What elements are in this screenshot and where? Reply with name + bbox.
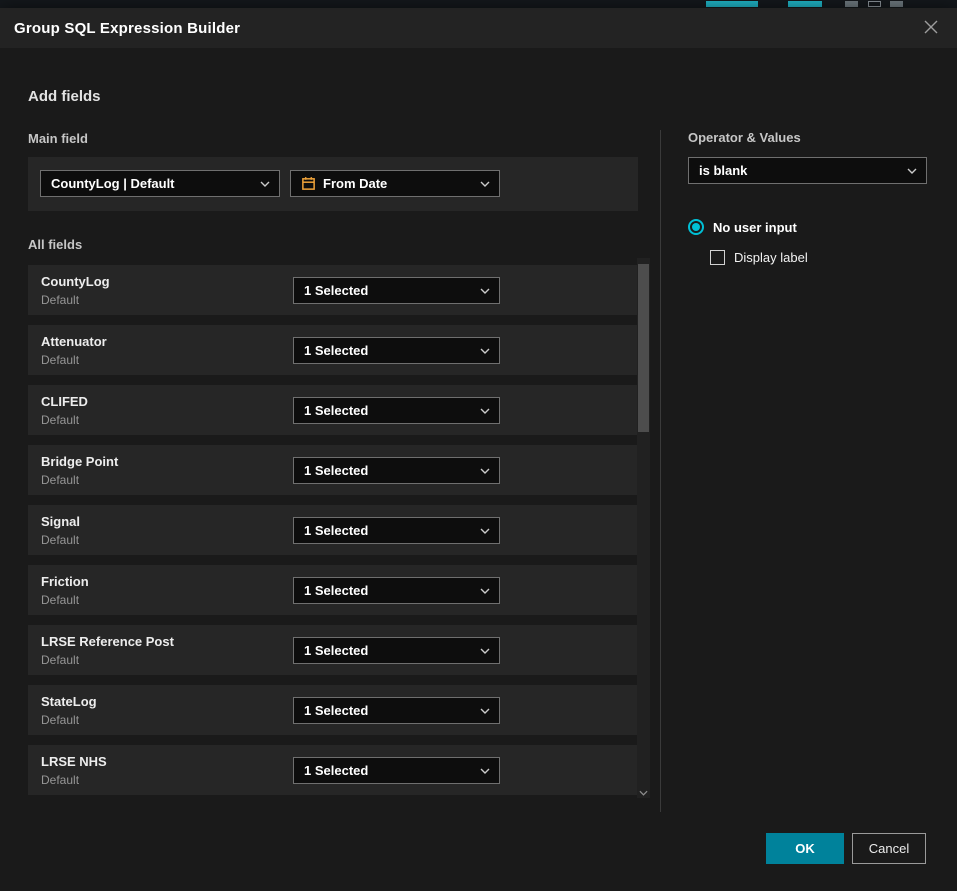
field-row: Attenuator Default 1 Selected — [28, 325, 638, 375]
dropdown-value: CountyLog | Default — [51, 176, 175, 191]
close-button[interactable] — [919, 16, 943, 40]
field-row: LRSE NHS Default 1 Selected — [28, 745, 638, 795]
radio-selected-icon — [688, 219, 704, 235]
chevron-down-icon — [480, 708, 490, 714]
dropdown-value: 1 Selected — [304, 583, 368, 598]
cancel-button[interactable]: Cancel — [852, 833, 926, 864]
chevron-down-icon — [480, 588, 490, 594]
main-field-label: Main field — [28, 131, 88, 146]
dropdown-value: is blank — [699, 163, 747, 178]
all-fields-list: CountyLog Default 1 Selected Attenuator … — [28, 265, 638, 805]
background-app-strip — [0, 0, 957, 8]
chevron-down-icon — [480, 648, 490, 654]
scrollbar-thumb[interactable] — [638, 264, 649, 432]
chevron-down-icon — [480, 408, 490, 414]
field-layer-label: Default — [41, 593, 79, 607]
field-layer-label: Default — [41, 773, 79, 787]
field-layer-label: Default — [41, 653, 79, 667]
field-name: Bridge Point — [41, 454, 118, 469]
field-row: StateLog Default 1 Selected — [28, 685, 638, 735]
field-name: CLIFED — [41, 394, 88, 409]
scrollbar[interactable] — [637, 258, 650, 798]
dropdown-value: 1 Selected — [304, 763, 368, 778]
chevron-down-icon — [907, 168, 917, 174]
dropdown-value: 1 Selected — [304, 703, 368, 718]
field-selected-dropdown[interactable]: 1 Selected — [293, 517, 500, 544]
radio-label: No user input — [713, 220, 797, 235]
chevron-down-icon — [480, 528, 490, 534]
field-row: CLIFED Default 1 Selected — [28, 385, 638, 435]
chevron-down-icon — [480, 468, 490, 474]
field-layer-label: Default — [41, 713, 79, 727]
background-app-fragment — [706, 1, 758, 7]
background-app-fragment — [788, 1, 822, 7]
field-layer-label: Default — [41, 413, 79, 427]
dialog-title: Group SQL Expression Builder — [14, 20, 240, 37]
field-selected-dropdown[interactable]: 1 Selected — [293, 637, 500, 664]
field-row: Signal Default 1 Selected — [28, 505, 638, 555]
background-app-fragment — [868, 1, 881, 7]
field-name: Signal — [41, 514, 80, 529]
checkbox-unchecked-icon — [710, 250, 725, 265]
background-app-fragment — [890, 1, 903, 7]
scroll-down-icon[interactable] — [638, 790, 649, 796]
chevron-down-icon — [480, 768, 490, 774]
field-name: Attenuator — [41, 334, 107, 349]
dialog-header: Group SQL Expression Builder — [0, 8, 957, 48]
field-layer-label: Default — [41, 473, 79, 487]
field-selected-dropdown[interactable]: 1 Selected — [293, 277, 500, 304]
background-app-fragment — [845, 1, 858, 7]
dropdown-value: 1 Selected — [304, 643, 368, 658]
dropdown-value: 1 Selected — [304, 343, 368, 358]
field-layer-label: Default — [41, 533, 79, 547]
dropdown-value: 1 Selected — [304, 523, 368, 538]
field-selected-dropdown[interactable]: 1 Selected — [293, 697, 500, 724]
field-row: LRSE Reference Post Default 1 Selected — [28, 625, 638, 675]
field-row: CountyLog Default 1 Selected — [28, 265, 638, 315]
field-selected-dropdown[interactable]: 1 Selected — [293, 397, 500, 424]
operator-dropdown[interactable]: is blank — [688, 157, 927, 184]
field-selected-dropdown[interactable]: 1 Selected — [293, 337, 500, 364]
chevron-down-icon — [260, 181, 270, 187]
ok-button[interactable]: OK — [766, 833, 844, 864]
field-name: LRSE NHS — [41, 754, 107, 769]
field-selected-dropdown[interactable]: 1 Selected — [293, 577, 500, 604]
field-selected-dropdown[interactable]: 1 Selected — [293, 457, 500, 484]
main-field-field-dropdown[interactable]: From Date — [290, 170, 500, 197]
dropdown-value: 1 Selected — [304, 463, 368, 478]
dropdown-value: 1 Selected — [304, 283, 368, 298]
field-name: CountyLog — [41, 274, 110, 289]
calendar-icon — [301, 176, 316, 191]
dropdown-value: 1 Selected — [304, 403, 368, 418]
add-fields-heading: Add fields — [28, 88, 101, 105]
field-layer-label: Default — [41, 293, 79, 307]
main-field-source-dropdown[interactable]: CountyLog | Default — [40, 170, 280, 197]
chevron-down-icon — [480, 181, 490, 187]
field-row: Bridge Point Default 1 Selected — [28, 445, 638, 495]
all-fields-label: All fields — [28, 237, 82, 252]
chevron-down-icon — [480, 348, 490, 354]
no-user-input-radio[interactable]: No user input — [688, 219, 797, 235]
field-layer-label: Default — [41, 353, 79, 367]
panel-divider — [660, 130, 661, 812]
field-selected-dropdown[interactable]: 1 Selected — [293, 757, 500, 784]
sql-expression-builder-dialog: Group SQL Expression Builder Add fields … — [0, 8, 957, 891]
checkbox-label: Display label — [734, 250, 808, 265]
field-name: LRSE Reference Post — [41, 634, 174, 649]
field-name: StateLog — [41, 694, 97, 709]
main-field-panel: CountyLog | Default From Date — [28, 157, 638, 211]
field-row: Friction Default 1 Selected — [28, 565, 638, 615]
chevron-down-icon — [480, 288, 490, 294]
dropdown-value: From Date — [323, 176, 387, 191]
field-name: Friction — [41, 574, 89, 589]
operator-values-heading: Operator & Values — [688, 130, 801, 145]
close-icon — [924, 20, 938, 37]
display-label-checkbox[interactable]: Display label — [710, 250, 808, 265]
